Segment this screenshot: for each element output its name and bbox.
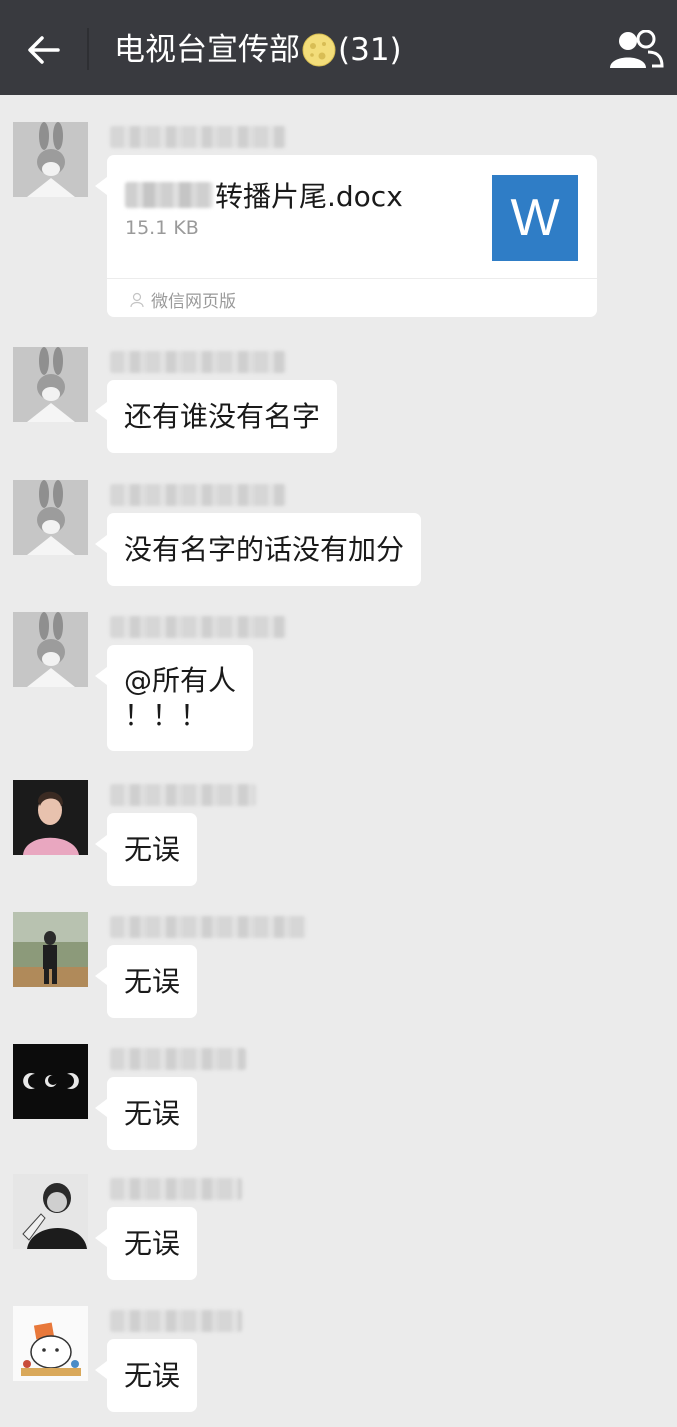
avatar[interactable] xyxy=(13,612,88,687)
file-size: 15.1 KB xyxy=(125,217,199,239)
moon-phases-avatar-icon xyxy=(13,1044,88,1119)
outdoor-photo-avatar-icon xyxy=(13,912,88,987)
sender-name-blurred xyxy=(110,126,286,148)
bunny-avatar-icon xyxy=(13,122,88,197)
bunny-avatar-icon xyxy=(13,347,88,422)
word-document-icon: W xyxy=(492,175,578,261)
message-text: 没有名字的话没有加分 xyxy=(124,533,405,566)
message-text: 无误 xyxy=(124,1227,181,1260)
file-attachment-bubble[interactable]: 转播片尾.docx 15.1 KB W 微信网页版 xyxy=(95,155,597,317)
back-arrow-icon[interactable] xyxy=(22,28,66,72)
message-bubble[interactable]: 无误 xyxy=(94,1339,198,1412)
chat-header: 电视台宣传部 (31) xyxy=(0,0,677,95)
sender-name-blurred xyxy=(110,351,286,373)
message-text-line-1: @所有人 xyxy=(124,664,237,697)
avatar[interactable] xyxy=(13,480,88,555)
file-name: 转播片尾.docx xyxy=(125,175,403,215)
blurred-filename-prefix xyxy=(125,182,213,208)
avatar[interactable] xyxy=(13,1044,88,1119)
message-bubble[interactable]: 无误 xyxy=(94,945,198,1018)
sender-name-blurred xyxy=(110,1048,246,1070)
message-text-line-2: ！！！ xyxy=(124,699,209,732)
message-bubble[interactable]: 无误 xyxy=(94,1207,198,1280)
avatar[interactable] xyxy=(13,122,88,197)
moon-face-emoji-icon xyxy=(302,33,336,67)
file-divider xyxy=(107,278,597,279)
avatar[interactable] xyxy=(13,912,88,987)
sender-name-blurred xyxy=(110,1178,242,1200)
message-text: 无误 xyxy=(124,833,181,866)
avatar[interactable] xyxy=(13,1174,88,1249)
file-source-text: 微信网页版 xyxy=(151,292,236,312)
bw-portrait-avatar-icon xyxy=(13,1174,88,1249)
message-bubble[interactable]: @所有人 ！！！ xyxy=(94,645,254,751)
message-bubble[interactable]: 无误 xyxy=(94,1077,198,1150)
cartoon-cat-avatar-icon xyxy=(13,1306,88,1381)
message-text: 无误 xyxy=(124,1359,181,1392)
member-count: (31) xyxy=(338,32,402,68)
person-icon xyxy=(130,292,144,307)
header-divider xyxy=(87,28,89,70)
sender-name-blurred xyxy=(110,484,286,506)
message-text: 还有谁没有名字 xyxy=(124,400,321,433)
message-bubble[interactable]: 无误 xyxy=(94,813,198,886)
message-bubble[interactable]: 还有谁没有名字 xyxy=(94,380,338,453)
message-text: 无误 xyxy=(124,965,181,998)
sender-name-blurred xyxy=(110,784,256,806)
avatar[interactable] xyxy=(13,780,88,855)
group-members-icon[interactable] xyxy=(608,30,664,70)
bunny-avatar-icon xyxy=(13,480,88,555)
avatar[interactable] xyxy=(13,1306,88,1381)
woman-portrait-avatar-icon xyxy=(13,780,88,855)
sender-name-blurred xyxy=(110,916,306,938)
sender-name-blurred xyxy=(110,1310,242,1332)
avatar[interactable] xyxy=(13,347,88,422)
file-source: 微信网页版 xyxy=(129,287,236,312)
chat-title: 电视台宣传部 (31) xyxy=(114,28,402,72)
message-text: 无误 xyxy=(124,1097,181,1130)
group-name: 电视台宣传部 xyxy=(114,32,300,68)
sender-name-blurred xyxy=(110,616,286,638)
message-bubble[interactable]: 没有名字的话没有加分 xyxy=(94,513,422,586)
file-name-text: 转播片尾.docx xyxy=(215,180,403,213)
bunny-avatar-icon xyxy=(13,612,88,687)
